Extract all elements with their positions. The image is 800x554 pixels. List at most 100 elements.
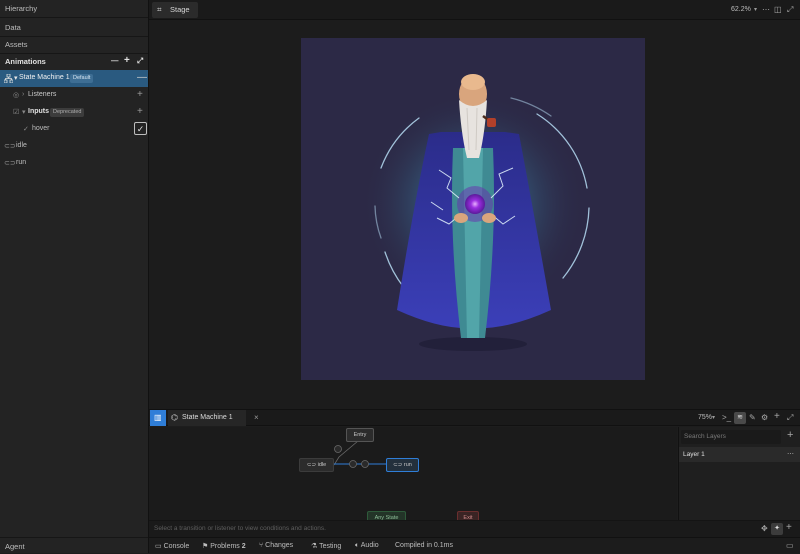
status-bar: ▭ Console ⚑ Problems 2 ⑂ Changes ⚗ Testi…	[149, 537, 800, 553]
add-icon[interactable]: +	[786, 523, 792, 533]
animation-item-run[interactable]: ⊂⊃ run	[0, 155, 148, 172]
run-node-label: run	[403, 462, 412, 468]
left-panel: Hierarchy Data Assets Animations — + ⤢ ▾…	[0, 0, 149, 553]
changes-tab[interactable]: ⑂ Changes	[259, 542, 293, 549]
magic-wand-icon[interactable]: ✦	[771, 523, 783, 535]
state-machine-label: State Machine 1	[19, 74, 70, 81]
more-icon[interactable]: ⋯	[762, 5, 770, 15]
terminal-icon[interactable]: >_	[722, 413, 731, 423]
add-icon[interactable]: +	[774, 412, 780, 422]
search-layers-input[interactable]: Search Layers	[681, 430, 781, 444]
graph-zoom-level[interactable]: 75%	[698, 414, 712, 421]
console-label: Console	[163, 543, 190, 550]
add-listener-icon[interactable]: +	[137, 90, 143, 100]
more-icon[interactable]: ⋯	[787, 450, 794, 458]
animations-title: Animations	[5, 57, 46, 66]
console-tab[interactable]: ▭ Console	[155, 542, 189, 550]
layers-panel: Search Layers + Layer 1 ⋯	[678, 427, 800, 520]
animation-item-idle[interactable]: ⊂⊃ idle	[0, 138, 148, 155]
deprecated-badge: Deprecated	[50, 108, 85, 117]
problems-count: 2	[241, 543, 246, 550]
move-icon[interactable]: ✥	[761, 524, 768, 534]
problems-icon: ⚑	[202, 543, 211, 550]
chevron-right-icon[interactable]: ›	[22, 91, 24, 98]
state-machine-icon	[4, 74, 13, 83]
state-machine-row[interactable]: ▾ State Machine 1 Default —	[0, 70, 148, 87]
input-item-hover[interactable]: ✓ hover ✓	[0, 121, 148, 138]
expand-icon[interactable]: ⤢	[787, 413, 793, 423]
graph-connections	[332, 440, 386, 468]
default-badge: Default	[70, 74, 94, 83]
toggle-panel-button[interactable]: ▥	[150, 410, 166, 426]
chevron-down-icon[interactable]: ▾	[712, 414, 715, 421]
edit-icon[interactable]: ✎	[749, 413, 756, 423]
audio-label: Audio	[360, 542, 379, 549]
panel-toggle-icon[interactable]: ▭	[786, 541, 794, 551]
stage-tab-label: Stage	[170, 5, 190, 14]
animation-label: idle	[16, 142, 27, 149]
state-machine-tabbar: ▥ ⌬ State Machine 1 × 75% ▾ >_ ≋ ✎ ⚙ + ⤢	[149, 409, 800, 426]
idle-node[interactable]: ⊂⊃ idle	[299, 458, 334, 472]
listeners-label: Listeners	[28, 91, 57, 98]
layer-label: Layer 1	[683, 451, 705, 458]
data-title: Data	[5, 23, 21, 32]
inputs-label: Inputs	[28, 108, 49, 115]
split-view-icon[interactable]: ◫	[774, 5, 782, 15]
chevron-down-icon[interactable]: ▾	[22, 108, 26, 116]
artboard[interactable]	[301, 38, 645, 380]
conditions-hint-bar: Select a transition or listener to view …	[149, 520, 800, 537]
expand-icon[interactable]: ⤢	[787, 5, 793, 15]
testing-tab[interactable]: ⚗ Testing	[311, 542, 341, 550]
animations-section[interactable]: Animations — + ⤢	[0, 53, 148, 70]
wizard-illustration	[361, 74, 590, 351]
animation-label: run	[16, 159, 27, 166]
animation-icon: ⊂⊃	[4, 160, 16, 167]
any-state-node[interactable]: Any State	[367, 511, 406, 520]
panel-icon: ▥	[154, 413, 162, 422]
compile-status: Compiled in 0.1ms	[395, 542, 453, 549]
boolean-icon: ✓	[23, 126, 29, 133]
tab-state-machine[interactable]: ⌬ State Machine 1 ×	[168, 410, 259, 426]
audio-tab[interactable]: 🔈︎ Audio	[355, 542, 379, 550]
add-layer-icon[interactable]: +	[787, 429, 793, 441]
minus-icon[interactable]: —	[137, 73, 147, 83]
exit-node[interactable]: Exit	[457, 511, 479, 520]
agent-title: Agent	[5, 542, 25, 551]
run-node[interactable]: ⊂⊃ run	[386, 458, 419, 472]
state-machine-icon: ⌬	[171, 413, 178, 422]
entry-node[interactable]: Entry	[346, 428, 374, 442]
hierarchy-section[interactable]: Hierarchy	[0, 0, 148, 18]
add-input-icon[interactable]: +	[137, 107, 143, 117]
state-graph[interactable]: Entry ⊂⊃ idle ⊂⊃ run Any State Exit	[149, 427, 677, 520]
assets-title: Assets	[5, 40, 28, 49]
agent-section[interactable]: Agent	[0, 537, 148, 554]
add-icon[interactable]: +	[124, 56, 130, 66]
stage-tabbar: ⌗ Stage 62.2% ▾ ⋯ ◫ ⤢	[149, 0, 800, 20]
listeners-row[interactable]: ◎ › Listeners +	[0, 87, 148, 104]
idle-node-label: idle	[317, 462, 327, 468]
input-label: hover	[32, 125, 50, 132]
listener-icon: ◎	[13, 92, 20, 99]
data-section[interactable]: Data	[0, 19, 148, 37]
problems-label: Problems	[210, 543, 240, 550]
animation-icon: ⊂⊃	[306, 462, 318, 468]
chevron-down-icon[interactable]: ▾	[14, 74, 18, 82]
tab-stage[interactable]: ⌗ Stage	[152, 2, 198, 18]
hover-checkbox[interactable]: ✓	[134, 122, 147, 135]
console-icon: ▭	[155, 543, 164, 550]
layer-row[interactable]: Layer 1 ⋯	[679, 447, 800, 462]
expand-icon[interactable]: ⤢	[137, 56, 143, 66]
magic-orb	[465, 194, 485, 214]
chevron-down-icon[interactable]: ▾	[754, 6, 757, 13]
assets-section[interactable]: Assets	[0, 36, 148, 54]
inputs-row[interactable]: ☑ ▾ Inputs Deprecated +	[0, 104, 148, 121]
close-icon[interactable]: ×	[254, 413, 259, 422]
settings-icon[interactable]: ⚙	[761, 413, 768, 423]
minus-icon[interactable]: —	[111, 56, 119, 66]
changes-label: Changes	[265, 542, 294, 549]
inputs-icon: ☑	[13, 109, 20, 116]
zoom-level[interactable]: 62.2%	[731, 6, 751, 13]
layers-icon[interactable]: ≋	[734, 412, 746, 424]
hint-text: Select a transition or listener to view …	[154, 525, 326, 532]
problems-tab[interactable]: ⚑ Problems 2	[202, 542, 246, 550]
